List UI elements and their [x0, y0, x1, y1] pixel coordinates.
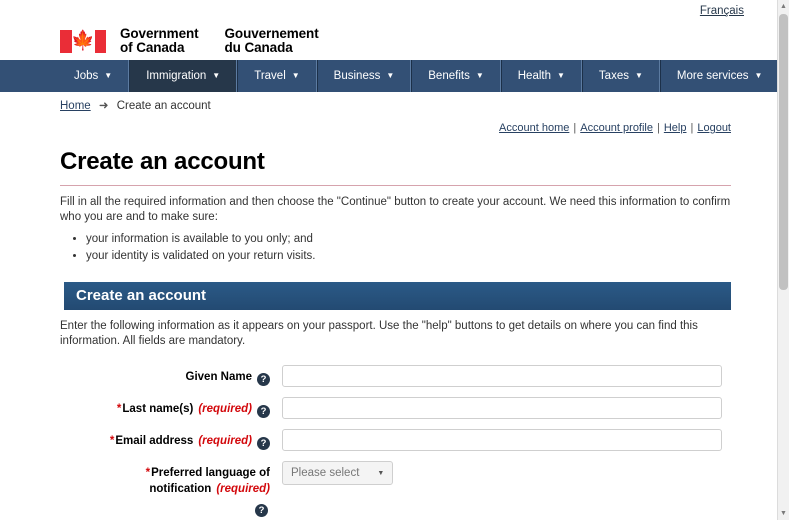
chevron-down-icon: ▼: [386, 71, 395, 80]
required-asterisk: *: [145, 467, 151, 479]
language-bar: Français: [0, 0, 789, 22]
chevron-down-icon: ▼: [475, 71, 484, 80]
input-given-name[interactable]: [282, 365, 722, 387]
francais-link[interactable]: Français: [700, 5, 744, 17]
nav-item-label: Jobs: [74, 70, 99, 82]
nav-item-health[interactable]: Health ▼: [500, 60, 582, 92]
wordmark-en-line2: of Canada: [120, 40, 185, 55]
list-item: your identity is validated on your retur…: [86, 248, 731, 264]
field-label-preferred-language-of-notification: *Preferred language of notification (requ…: [60, 461, 282, 517]
wordmark-fr-line2: du Canada: [224, 40, 293, 55]
nav-item-more-services[interactable]: More services ▼: [659, 60, 780, 92]
breadcrumb-arrow-icon: ➜: [98, 100, 109, 112]
chevron-down-icon: ▼: [377, 469, 385, 477]
form-row: Given Name?: [60, 365, 731, 387]
maple-leaf-icon: 🍁: [71, 30, 95, 52]
flag-bar-right: [94, 29, 106, 53]
field-label-last-names: *Last name(s) (required)?: [60, 397, 282, 418]
account-link-logout[interactable]: Logout: [697, 122, 731, 134]
wordmark-english: Government of Canada: [120, 25, 199, 56]
chevron-down-icon: ▼: [212, 71, 221, 80]
input-email-address[interactable]: [282, 429, 722, 451]
create-account-form: Given Name? *Last name(s) (required)? *Emai…: [60, 365, 731, 517]
wordmark: Government of Canada Gouvernement du Can…: [120, 25, 319, 56]
account-links: Account home | Account profile | Help | Logout: [0, 116, 789, 134]
required-word: (required): [216, 483, 270, 495]
form-row: *Preferred language of notification (requ…: [60, 461, 731, 517]
field-label-given-name: Given Name?: [60, 365, 282, 386]
field-label-email-address: *Email address (required)?: [60, 429, 282, 450]
panel-heading: Create an account: [60, 282, 731, 310]
nav-item-label: Business: [333, 70, 381, 82]
scrollbar-thumb[interactable]: [779, 14, 788, 290]
required-asterisk: *: [116, 403, 122, 415]
form-row: *Last name(s) (required)?: [60, 397, 731, 419]
chevron-down-icon: ▼: [754, 71, 763, 80]
page-title: Create an account: [60, 148, 731, 186]
account-link-separator: |: [690, 122, 694, 134]
field-label-text: Email address: [115, 435, 194, 447]
field-label-text: Given Name: [185, 371, 252, 383]
required-word: (required): [198, 435, 252, 447]
account-link-help[interactable]: Help: [664, 122, 687, 134]
brand-signature: 🍁 Government of Canada Gouvernement du C…: [0, 22, 789, 60]
nav-item-travel[interactable]: Travel ▼: [237, 60, 317, 92]
help-icon[interactable]: ?: [257, 437, 270, 450]
nav-item-label: Benefits: [428, 70, 470, 82]
page-root: Français 🍁 Government of Canada Gouverne…: [0, 0, 789, 520]
list-item: your information is available to you onl…: [86, 231, 731, 247]
scroll-down-arrow-icon[interactable]: ▼: [780, 510, 787, 517]
select-value: Please select: [291, 467, 360, 479]
nav-item-label: Travel: [254, 70, 286, 82]
panel-description: Enter the following information as it ap…: [60, 320, 698, 347]
breadcrumb-current: Create an account: [116, 100, 211, 112]
nav-item-label: Health: [517, 70, 551, 82]
wordmark-en-line1: Government: [120, 25, 199, 41]
nav-item-label: Immigration: [146, 70, 207, 82]
bullet-list: your information is available to you onl…: [60, 231, 731, 264]
flag-bar-left: [60, 29, 72, 53]
wordmark-french: Gouvernement du Canada: [224, 25, 319, 56]
intro-paragraph: Fill in all the required information and…: [60, 196, 731, 223]
required-asterisk: *: [109, 435, 115, 447]
help-icon[interactable]: ?: [255, 504, 268, 517]
chevron-down-icon: ▼: [634, 71, 643, 80]
nav-item-business[interactable]: Business ▼: [316, 60, 412, 92]
chevron-down-icon: ▼: [104, 71, 113, 80]
main-content: Create an account Fill in all the requir…: [0, 134, 789, 520]
account-link-separator: |: [573, 122, 577, 134]
breadcrumb-home-link[interactable]: Home: [60, 100, 91, 112]
chevron-down-icon: ▼: [557, 71, 565, 80]
help-icon[interactable]: ?: [257, 405, 270, 418]
select-preferred-language-of-notification[interactable]: Please select ▼: [282, 461, 394, 485]
account-link-separator: |: [657, 122, 660, 134]
help-icon-wrapper: ?: [60, 500, 270, 517]
page-scrollbar[interactable]: ▲ ▼: [777, 0, 789, 520]
breadcrumb: Home ➜ Create an account: [0, 92, 789, 116]
account-link-account-home[interactable]: Account home: [499, 122, 569, 134]
account-link-account-profile[interactable]: Account profile: [580, 122, 653, 134]
field-label-text: Last name(s): [122, 403, 194, 415]
nav-item-jobs[interactable]: Jobs ▼: [58, 60, 130, 92]
canada-flag-icon: 🍁: [60, 29, 106, 53]
chevron-down-icon: ▼: [291, 71, 300, 80]
nav-item-taxes[interactable]: Taxes ▼: [581, 60, 660, 92]
nav-item-immigration[interactable]: Immigration ▼: [129, 60, 238, 92]
main-navigation: Jobs ▼ Immigration ▼ Travel ▼ Business ▼ Benefit…: [0, 60, 789, 92]
create-account-panel: Create an account Enter the following in…: [60, 282, 731, 520]
nav-item-benefits[interactable]: Benefits ▼: [411, 60, 501, 92]
wordmark-fr-line1: Gouvernement: [224, 25, 319, 41]
input-last-names[interactable]: [282, 397, 722, 419]
help-icon[interactable]: ?: [257, 373, 270, 386]
nav-item-label: Taxes: [598, 70, 629, 82]
required-word: (required): [198, 403, 252, 415]
scroll-up-arrow-icon[interactable]: ▲: [780, 3, 787, 10]
nav-item-label: More services: [676, 70, 749, 82]
form-row: *Email address (required)?: [60, 429, 731, 451]
